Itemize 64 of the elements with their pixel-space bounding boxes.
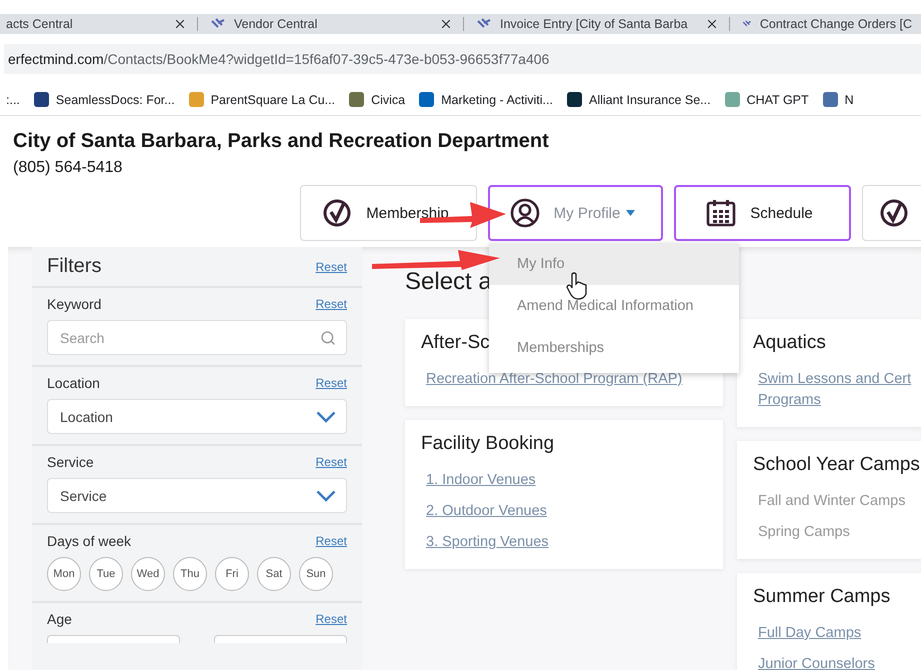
day-toggle[interactable]: Thu <box>173 557 207 591</box>
tab-title: Vendor Central <box>234 17 318 31</box>
bookmark[interactable]: ParentSquare La Cu... <box>210 92 336 106</box>
day-toggle[interactable]: Tue <box>89 557 123 591</box>
page-title: City of Santa Barbara, Parks and Recreation Department <box>13 130 550 153</box>
day-toggle[interactable]: Fri <box>215 557 249 591</box>
bookmark[interactable]: Marketing - Activiti... <box>441 92 553 106</box>
close-icon[interactable] <box>705 17 719 31</box>
tab-title: Invoice Entry [City of Santa Barba <box>500 17 689 31</box>
menu-item[interactable]: Memberships <box>489 327 739 369</box>
bookmark[interactable]: N <box>844 92 854 106</box>
age-field[interactable] <box>214 635 347 643</box>
select-field[interactable]: Location <box>47 399 347 434</box>
reset-link[interactable]: Reset <box>316 455 347 469</box>
age-field[interactable] <box>47 635 180 643</box>
reset-link[interactable]: Reset <box>316 612 347 626</box>
bookmark[interactable]: :... <box>6 92 20 106</box>
nav-button[interactable]: Membership <box>300 185 477 241</box>
address-bar[interactable]: erfectmind.com/Contacts/BookMe4?widgetId=15f6af07-39c5-473e-b053-96653f77a406 <box>4 44 921 74</box>
reset-link[interactable]: Reset <box>316 260 347 274</box>
browser-tab[interactable]: Vendor Central <box>197 17 463 31</box>
reset-link[interactable]: Reset <box>316 297 347 311</box>
day-toggle[interactable]: Sat <box>257 557 291 591</box>
bookmark[interactable]: Alliant Insurance Se... <box>588 92 711 106</box>
card-title: Aquatics <box>753 331 826 355</box>
day-toggle[interactable]: Mon <box>47 557 81 591</box>
phone-number: (805) 564-5418 <box>13 159 124 177</box>
bookmark[interactable]: SeamlessDocs: For... <box>56 92 175 106</box>
browser-tab[interactable]: Invoice Entry [City of Santa Barba <box>463 17 729 31</box>
checkmark-logo-icon <box>322 198 352 228</box>
card-title: Summer Camps <box>753 585 890 609</box>
browser-tab[interactable]: acts Central <box>0 17 197 31</box>
card-title: After-Sc <box>421 331 490 355</box>
close-icon[interactable] <box>173 17 187 31</box>
tab-title: acts Central <box>6 17 74 31</box>
card-title: School Year Camps <box>753 453 920 477</box>
nav-button[interactable]: Schedule <box>674 185 851 241</box>
close-icon[interactable] <box>439 17 453 31</box>
bookmark[interactable]: Civica <box>371 92 406 106</box>
filter-label: Location <box>47 375 100 391</box>
chevron-down-icon <box>316 490 336 502</box>
card-title: Facility Booking <box>421 432 554 456</box>
chevron-down-icon <box>316 410 336 422</box>
user-icon <box>510 198 540 228</box>
day-toggle[interactable]: Wed <box>131 557 165 591</box>
filter-label: Days of week <box>47 533 132 549</box>
hand-cursor-icon <box>566 272 588 300</box>
calendar-icon <box>706 199 736 227</box>
reset-link[interactable]: Reset <box>316 376 347 390</box>
filters-title: Filters <box>47 255 102 278</box>
checkmark-logo-icon <box>879 198 909 228</box>
menu-item[interactable]: Amend Medical Information <box>489 285 739 327</box>
category-text: Fall and Winter Camps <box>758 492 906 511</box>
select-field[interactable]: Service <box>47 478 347 513</box>
bookmark[interactable]: CHAT GPT <box>746 92 809 106</box>
reset-link[interactable]: Reset <box>316 534 347 548</box>
category-text: Spring Camps <box>758 523 851 542</box>
filter-label: Age <box>47 611 72 627</box>
filter-label: Keyword <box>47 296 102 312</box>
search-icon <box>320 330 336 346</box>
filter-label: Service <box>47 454 94 470</box>
browser-tab[interactable]: Contract Change Orders [C <box>729 17 921 31</box>
day-toggle[interactable]: Sun <box>299 557 333 591</box>
tab-title: Contract Change Orders [C <box>760 17 912 31</box>
